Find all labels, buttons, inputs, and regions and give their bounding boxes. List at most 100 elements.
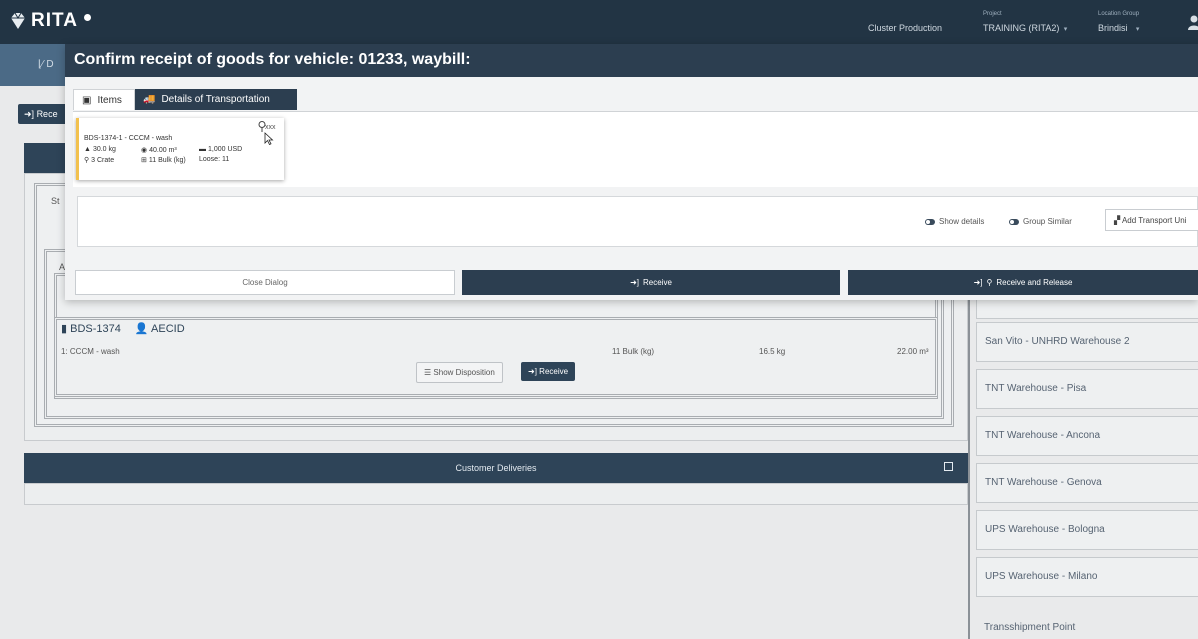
transshipment-label: Transshipment Point bbox=[984, 622, 1076, 633]
list-item[interactable]: TNT Warehouse - Genova bbox=[976, 463, 1198, 503]
document-code-text: BDS-1374 bbox=[70, 323, 121, 335]
item-name: BDS-1374-1 - CCCM - wash bbox=[84, 135, 173, 142]
truck-icon: 🚚 bbox=[143, 94, 156, 105]
warehouse-name: TNT Warehouse - Ancona bbox=[985, 430, 1101, 441]
document-header: ▮ BDS-1374 👤 AECID bbox=[61, 322, 185, 335]
cube-icon: ◉ bbox=[141, 147, 148, 154]
receive-button[interactable]: ➜] Receive bbox=[462, 270, 840, 295]
row-receive-button[interactable]: ➜] Receive bbox=[521, 362, 576, 381]
project-label: Project bbox=[983, 11, 1002, 17]
toggle-icon bbox=[1009, 218, 1019, 225]
item-volume-value: 40.00 m³ bbox=[149, 146, 177, 154]
location-group-value: Brindisi bbox=[1098, 23, 1128, 33]
list-item[interactable]: San Vito - UNHRD Warehouse 2 bbox=[976, 322, 1198, 362]
document-card bbox=[54, 317, 938, 397]
item-bulk: ⊞ 11 Bulk (kg) bbox=[141, 156, 186, 165]
status-label: St bbox=[51, 196, 60, 206]
project-value: TRAINING (RITA2) bbox=[983, 23, 1060, 33]
dashboard-nav-item[interactable]: ⌊⁄ D bbox=[38, 59, 54, 70]
card-menu[interactable]: xxx bbox=[265, 124, 276, 131]
group-similar-label: Group Similar bbox=[1023, 217, 1072, 226]
group-similar-toggle[interactable]: Group Similar bbox=[1009, 217, 1072, 226]
show-disposition-button[interactable]: ☰ Show Disposition bbox=[416, 362, 503, 383]
item-crates-value: 3 Crate bbox=[91, 156, 115, 164]
location-group-label: Location Group bbox=[1098, 11, 1140, 17]
tab-items[interactable]: ▣ Items bbox=[73, 89, 135, 110]
sign-in-icon: ➜] bbox=[630, 278, 640, 287]
item-crates: ⚲ 3 Crate bbox=[84, 156, 115, 165]
person-carry-icon: ⚲ bbox=[986, 278, 993, 287]
item-value-value: 1,000 USD bbox=[208, 146, 243, 153]
tab-transport-label: Details of Transportation bbox=[161, 94, 270, 105]
cursor-icon bbox=[264, 132, 274, 145]
app-logo[interactable]: RITA bbox=[8, 10, 91, 32]
show-disposition-label: Show Disposition bbox=[433, 368, 495, 377]
list-item[interactable]: TNT Warehouse - Pisa bbox=[976, 369, 1198, 409]
logo-text: RITA bbox=[31, 10, 78, 31]
customer-deliveries-title: Customer Deliveries bbox=[455, 463, 537, 473]
close-dialog-button[interactable]: Close Dialog bbox=[75, 270, 455, 295]
dialog-title: Confirm receipt of goods for vehicle: 01… bbox=[65, 44, 1198, 77]
document-organization: 👤 AECID bbox=[135, 322, 185, 335]
row-receive-label: Receive bbox=[539, 367, 569, 376]
item-bulk-value: 11 Bulk (kg) bbox=[148, 156, 186, 164]
user-icon: 👤 bbox=[134, 323, 149, 335]
transport-units-area: Show details Group Similar ▞ Add Transpo… bbox=[77, 196, 1198, 247]
close-dialog-label: Close Dialog bbox=[242, 278, 288, 287]
warehouse-name: TNT Warehouse - Pisa bbox=[985, 383, 1087, 394]
pallet-icon: ▞ bbox=[1114, 216, 1121, 225]
expand-icon[interactable] bbox=[944, 462, 953, 471]
background-receive-button[interactable]: ➜] Rece bbox=[18, 104, 70, 124]
customer-deliveries-header: Customer Deliveries bbox=[24, 453, 968, 483]
item-weight: ▲ 30.0 kg bbox=[84, 146, 116, 153]
receive-and-release-button[interactable]: ➜] ⚲ Receive and Release bbox=[848, 270, 1198, 295]
weight-icon: ▲ bbox=[84, 146, 91, 153]
warehouse-name: San Vito - UNHRD Warehouse 2 bbox=[985, 336, 1130, 347]
warehouse-name: UPS Warehouse - Bologna bbox=[985, 524, 1105, 535]
sign-in-icon: ➜] bbox=[24, 109, 35, 119]
receive-label: Receive bbox=[643, 278, 672, 287]
show-details-label: Show details bbox=[939, 217, 985, 226]
location-group-selector[interactable]: Brindisi ▾ bbox=[1098, 23, 1139, 33]
bookmark-icon: ▮ bbox=[61, 323, 68, 335]
row-weight: 16.5 kg bbox=[759, 347, 786, 356]
items-area: xxx BDS-1374-1 - CCCM - wash ▲ 30.0 kg ◉… bbox=[73, 111, 1198, 187]
sign-in-icon: ➜] bbox=[528, 367, 537, 376]
top-bar: RITA Cluster Production Project TRAINING… bbox=[0, 0, 1198, 44]
tab-transport-details[interactable]: 🚚 Details of Transportation bbox=[135, 89, 297, 110]
warehouse-name: UPS Warehouse - Milano bbox=[985, 571, 1098, 582]
item-card[interactable]: xxx BDS-1374-1 - CCCM - wash ▲ 30.0 kg ◉… bbox=[76, 118, 284, 180]
row-volume: 22.00 m³ bbox=[897, 347, 929, 356]
toggle-icon bbox=[925, 218, 935, 225]
list-item[interactable]: TNT Warehouse - Ancona bbox=[976, 416, 1198, 456]
chevron-down-icon: ▾ bbox=[1130, 26, 1140, 33]
item-weight-value: 30.0 kg bbox=[92, 146, 116, 153]
show-details-toggle[interactable]: Show details bbox=[925, 217, 984, 226]
person-carry-icon: ⚲ bbox=[84, 157, 90, 164]
chart-icon: ⌊⁄ bbox=[38, 59, 44, 70]
confirm-receipt-dialog: Confirm receipt of goods for vehicle: 01… bbox=[65, 44, 1198, 300]
add-transport-unit-button[interactable]: ▞ Add Transport Uni bbox=[1105, 209, 1198, 231]
background-receive-label: Rece bbox=[36, 109, 58, 119]
item-value: ▬ 1,000 USD bbox=[199, 146, 242, 153]
warehouse-list: San Vito - UNHRD Warehouse 2 TNT Warehou… bbox=[968, 276, 1198, 639]
gem-icon bbox=[11, 12, 25, 29]
money-icon: ▬ bbox=[199, 146, 206, 153]
item-loose-value: Loose: 11 bbox=[199, 156, 230, 163]
project-selector[interactable]: TRAINING (RITA2) ▾ bbox=[983, 23, 1067, 33]
tab-items-label: Items bbox=[97, 94, 122, 106]
list-icon: ▣ bbox=[82, 94, 92, 106]
row-quantity: 11 Bulk (kg) bbox=[612, 347, 655, 356]
nav-item-label: D bbox=[46, 59, 54, 70]
warehouse-name: TNT Warehouse - Genova bbox=[985, 477, 1102, 488]
sign-in-icon: ➜] bbox=[973, 278, 983, 287]
list-item[interactable]: UPS Warehouse - Bologna bbox=[976, 510, 1198, 550]
user-icon[interactable] bbox=[1186, 14, 1198, 30]
cluster-label[interactable]: Cluster Production bbox=[868, 23, 942, 33]
list-item[interactable]: UPS Warehouse - Milano bbox=[976, 557, 1198, 597]
chevron-down-icon: ▾ bbox=[1061, 26, 1068, 33]
item-volume: ◉ 40.00 m³ bbox=[141, 146, 177, 155]
row-item: 1: CCCM - wash bbox=[61, 347, 120, 356]
list-icon: ☰ bbox=[424, 368, 432, 377]
add-transport-unit-label: Add Transport Uni bbox=[1121, 216, 1187, 225]
